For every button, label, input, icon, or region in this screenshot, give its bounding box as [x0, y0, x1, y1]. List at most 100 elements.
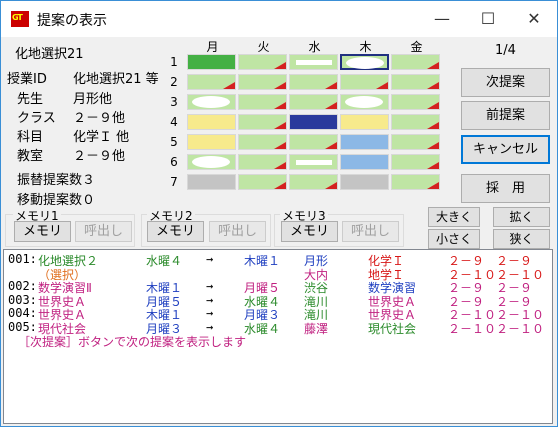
proposal-row[interactable]: 001: 化地選択２ 水曜４ → 木曜１ 月形 化学Ｉ ２－９ ２－９: [4, 252, 544, 268]
larger-button[interactable]: 大きく: [428, 207, 480, 227]
proposal-arrow: →: [206, 292, 214, 307]
timetable-cell[interactable]: [391, 134, 440, 150]
timetable-cell[interactable]: [187, 154, 236, 170]
timetable-cell[interactable]: [391, 154, 440, 170]
timetable-cell[interactable]: [340, 114, 389, 130]
day-header: 月: [206, 40, 219, 54]
minimize-icon: —: [434, 9, 450, 28]
timetable-cell[interactable]: [340, 154, 389, 170]
maximize-button[interactable]: ☐: [465, 1, 511, 37]
day-header: 金: [410, 40, 423, 54]
timetable-cell[interactable]: [238, 154, 287, 170]
timetable-cell[interactable]: [340, 74, 389, 90]
timetable-cell[interactable]: [289, 134, 338, 150]
conflict-marker-icon: [376, 82, 388, 89]
timetable-cell[interactable]: [238, 174, 287, 190]
timetable-cell[interactable]: [238, 54, 287, 70]
oval-marker-icon: [192, 156, 230, 168]
timetable-cell[interactable]: [391, 114, 440, 130]
proposal-arrow: →: [206, 319, 214, 334]
timetable-cell[interactable]: [340, 54, 389, 70]
prev-proposal-button[interactable]: 前提案: [461, 101, 550, 130]
oval-marker-icon: [192, 96, 230, 108]
timetable-cell[interactable]: [289, 154, 338, 170]
timetable-cell[interactable]: [238, 74, 287, 90]
widen-button[interactable]: 拡く: [493, 207, 550, 227]
subject-value: 化学Ｉ 他: [73, 130, 130, 145]
memory-1-store-button[interactable]: メモリ: [14, 221, 71, 242]
proposal-id: 001:: [8, 252, 37, 266]
timetable-cell[interactable]: [289, 94, 338, 110]
period-number: 6: [170, 155, 178, 169]
cancel-button[interactable]: キャンセル: [461, 135, 550, 164]
conflict-marker-icon: [427, 182, 439, 189]
narrow-button[interactable]: 狭く: [493, 229, 550, 249]
move-count: 移動提案数０: [17, 193, 96, 208]
oval-marker-icon: [346, 57, 384, 69]
smaller-button[interactable]: 小さく: [428, 229, 480, 249]
day-header: 水: [308, 40, 321, 54]
proposal-list[interactable]: 001: 化地選択２ 水曜４ → 木曜１ 月形 化学Ｉ ２－９ ２－９ （選択） 大内 地学Ｉ ２－１…: [3, 249, 553, 424]
timetable-cell[interactable]: [238, 114, 287, 130]
timetable-cell[interactable]: [187, 134, 236, 150]
proposal-row[interactable]: 004: 世界史Ａ 木曜１ → 月曜３ 滝川 世界史Ａ ２－１０２－１０: [4, 306, 544, 322]
conflict-marker-icon: [325, 82, 337, 89]
timetable-cell[interactable]: [187, 54, 236, 70]
minimize-button[interactable]: —: [419, 1, 465, 37]
info-heading: 化地選択21: [15, 47, 84, 62]
proposal-teacher: 藤澤: [304, 321, 329, 336]
timetable-cell[interactable]: [391, 174, 440, 190]
timetable-cell[interactable]: [187, 114, 236, 130]
timetable-cell[interactable]: [289, 174, 338, 190]
proposal-id: 003:: [8, 292, 37, 307]
proposal-row[interactable]: （選択） 大内 地学Ｉ ２－１０２－１０: [4, 266, 544, 282]
memory-3-recall-button[interactable]: 呼出し: [342, 221, 399, 242]
proposal-id: 002:: [8, 279, 37, 293]
timetable-cell[interactable]: [391, 94, 440, 110]
proposal-arrow: →: [206, 306, 214, 320]
timetable-cell[interactable]: [391, 74, 440, 90]
memory-2-recall-button[interactable]: 呼出し: [209, 221, 266, 242]
title-bar: GT 提案の表示 — ☐ ✕: [1, 1, 557, 37]
proposal-row[interactable]: 002: 数学演習Ⅱ 木曜１ → 月曜５ 渋谷 数学演習 ２－９ ２－９: [4, 279, 544, 295]
proposal-row[interactable]: 005: 現代社会 月曜３ → 水曜４ 藤澤 現代社会 ２－１０２－１０: [4, 319, 545, 336]
timetable-cell[interactable]: [340, 134, 389, 150]
window-title: 提案の表示: [37, 13, 107, 29]
period-number: 1: [170, 55, 178, 69]
timetable-cell[interactable]: [289, 74, 338, 90]
timetable-cell[interactable]: [340, 174, 389, 190]
memory-2-store-button[interactable]: メモリ: [147, 221, 204, 242]
class-label: クラス: [17, 111, 56, 126]
conflict-marker-icon: [427, 142, 439, 149]
hint-text: ［次提案］ボタンで次の提案を表示します: [18, 335, 247, 349]
conflict-marker-icon: [274, 182, 286, 189]
timetable-cell[interactable]: [340, 94, 389, 110]
oval-marker-icon: [345, 96, 383, 108]
timetable-cell[interactable]: [187, 174, 236, 190]
conflict-marker-icon: [274, 162, 286, 169]
timetable-cell[interactable]: [238, 94, 287, 110]
timetable-cell[interactable]: [187, 74, 236, 90]
conflict-marker-icon: [274, 122, 286, 129]
timetable-cell[interactable]: [289, 54, 338, 70]
memory-3-store-button[interactable]: メモリ: [281, 221, 338, 242]
proposal-cls: ２－１０２－１０: [448, 321, 545, 336]
proposal-arrow: →: [206, 279, 214, 293]
conflict-marker-icon: [427, 162, 439, 169]
conflict-marker-icon: [427, 82, 439, 89]
adopt-button[interactable]: 採 用: [461, 174, 550, 203]
timetable-cell[interactable]: [289, 114, 338, 130]
conflict-marker-icon: [427, 62, 439, 69]
next-proposal-button[interactable]: 次提案: [461, 68, 550, 97]
bar-marker-icon: [296, 160, 332, 165]
timetable-cell[interactable]: [187, 94, 236, 110]
period-number: 3: [170, 95, 178, 109]
memory-1-recall-button[interactable]: 呼出し: [75, 221, 132, 242]
class-value: ２－９他: [73, 111, 126, 126]
teacher-label: 先生: [17, 92, 44, 107]
timetable-cell[interactable]: [238, 134, 287, 150]
timetable-cell[interactable]: [391, 54, 440, 70]
close-button[interactable]: ✕: [511, 1, 557, 37]
proposal-row[interactable]: 003: 世界史Ａ 月曜５ → 水曜４ 滝川 世界史Ａ ２－９ ２－９: [4, 292, 544, 309]
app-icon: GT: [11, 11, 29, 27]
